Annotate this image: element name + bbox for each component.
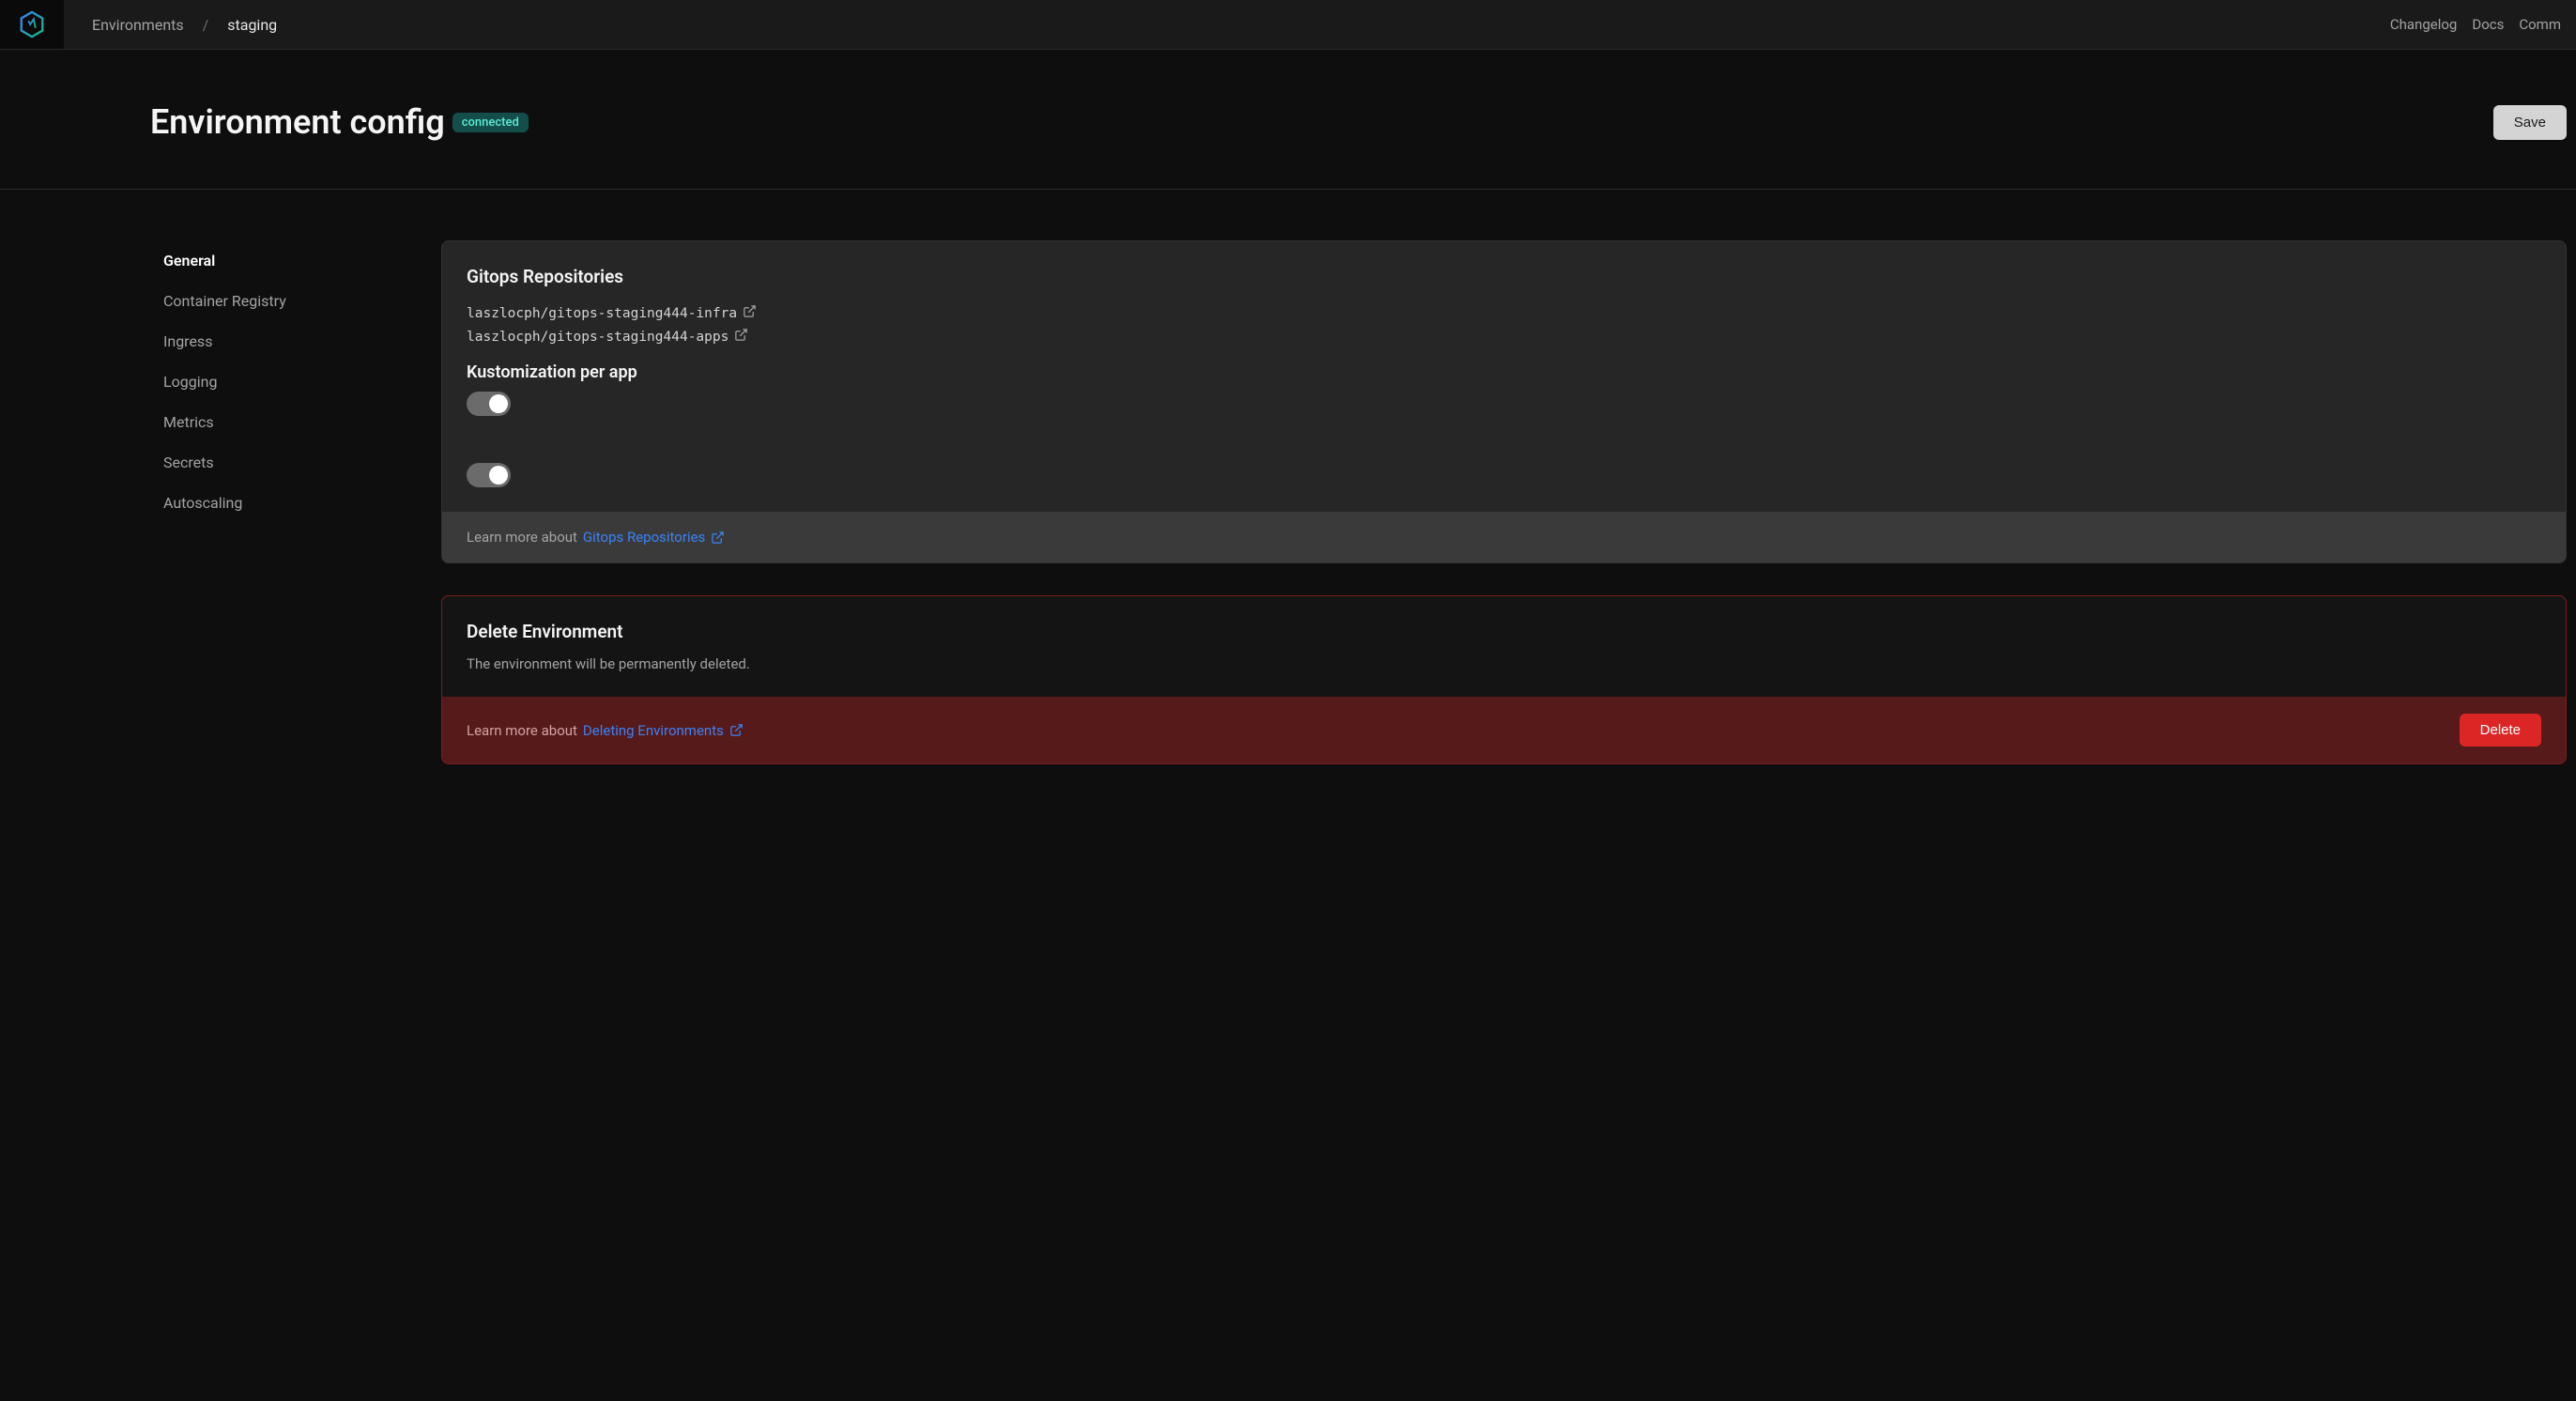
gitops-card: Gitops Repositories laszlocph/gitops-sta…: [441, 240, 2567, 563]
kustomization-toggle[interactable]: [467, 392, 511, 416]
breadcrumb: Environments / staging: [64, 16, 277, 34]
gitops-card-title: Gitops Repositories: [467, 266, 2541, 287]
delete-card: Delete Environment The environment will …: [441, 595, 2567, 764]
external-link-icon: [743, 304, 757, 318]
header-section: Environment config connected Save: [0, 50, 2576, 190]
sidebar-item-container-registry[interactable]: Container Registry: [150, 281, 422, 321]
external-link-icon: [734, 328, 748, 342]
repo-external-link-apps[interactable]: [734, 328, 748, 346]
page-title: Environment config: [150, 102, 445, 142]
sidebar-item-metrics[interactable]: Metrics: [150, 402, 422, 442]
external-link-icon: [729, 723, 744, 737]
gitops-footer-link[interactable]: Gitops Repositories: [583, 529, 725, 546]
sidebar: General Container Registry Ingress Loggi…: [150, 240, 422, 764]
delete-button[interactable]: Delete: [2460, 714, 2541, 747]
delete-footer-prefix: Learn more about: [467, 722, 577, 739]
header-title-wrap: Environment config connected: [150, 102, 529, 142]
toggle-knob: [489, 394, 508, 413]
breadcrumb-current: staging: [227, 16, 277, 34]
repo-external-link-infra[interactable]: [743, 304, 757, 322]
topbar-left: Environments / staging: [0, 0, 277, 49]
repo-name-infra: laszlocph/gitops-staging444-infra: [467, 306, 737, 321]
repo-line-infra: laszlocph/gitops-staging444-infra: [467, 304, 2541, 322]
nav-community-link[interactable]: Comm: [2519, 16, 2561, 33]
kustomization-title: Kustomization per app: [467, 362, 2541, 382]
topbar-right: Changelog Docs Comm: [2390, 16, 2561, 33]
delete-card-description: The environment will be permanently dele…: [467, 655, 2541, 672]
logo-icon: [18, 10, 46, 38]
sidebar-item-ingress[interactable]: Ingress: [150, 321, 422, 362]
main: General Container Registry Ingress Loggi…: [0, 190, 2576, 802]
delete-card-title: Delete Environment: [467, 621, 2541, 642]
external-link-icon: [711, 531, 725, 545]
logo-box[interactable]: [0, 0, 64, 49]
topbar: Environments / staging Changelog Docs Co…: [0, 0, 2576, 50]
repo-name-apps: laszlocph/gitops-staging444-apps: [467, 330, 728, 345]
gitops-card-body: Gitops Repositories laszlocph/gitops-sta…: [442, 241, 2566, 512]
breadcrumb-environments-link[interactable]: Environments: [92, 16, 184, 34]
toggle-knob: [489, 466, 508, 485]
delete-card-footer: Learn more about Deleting Environments D…: [442, 697, 2566, 763]
sidebar-item-logging[interactable]: Logging: [150, 362, 422, 402]
secondary-toggle[interactable]: [467, 463, 511, 487]
sidebar-item-autoscaling[interactable]: Autoscaling: [150, 483, 422, 523]
nav-changelog-link[interactable]: Changelog: [2390, 16, 2457, 33]
save-button[interactable]: Save: [2493, 105, 2567, 140]
gitops-footer-prefix: Learn more about: [467, 529, 577, 546]
sidebar-item-general[interactable]: General: [150, 240, 422, 281]
delete-footer-left: Learn more about Deleting Environments: [467, 722, 744, 739]
delete-footer-link[interactable]: Deleting Environments: [583, 722, 744, 739]
nav-docs-link[interactable]: Docs: [2472, 16, 2504, 33]
gitops-card-footer: Learn more about Gitops Repositories: [442, 512, 2566, 562]
sidebar-item-secrets[interactable]: Secrets: [150, 442, 422, 483]
repo-line-apps: laszlocph/gitops-staging444-apps: [467, 328, 2541, 346]
status-badge: connected: [452, 113, 529, 132]
delete-card-body: Delete Environment The environment will …: [442, 596, 2566, 697]
breadcrumb-separator: /: [203, 16, 209, 34]
content: Gitops Repositories laszlocph/gitops-sta…: [441, 240, 2567, 764]
